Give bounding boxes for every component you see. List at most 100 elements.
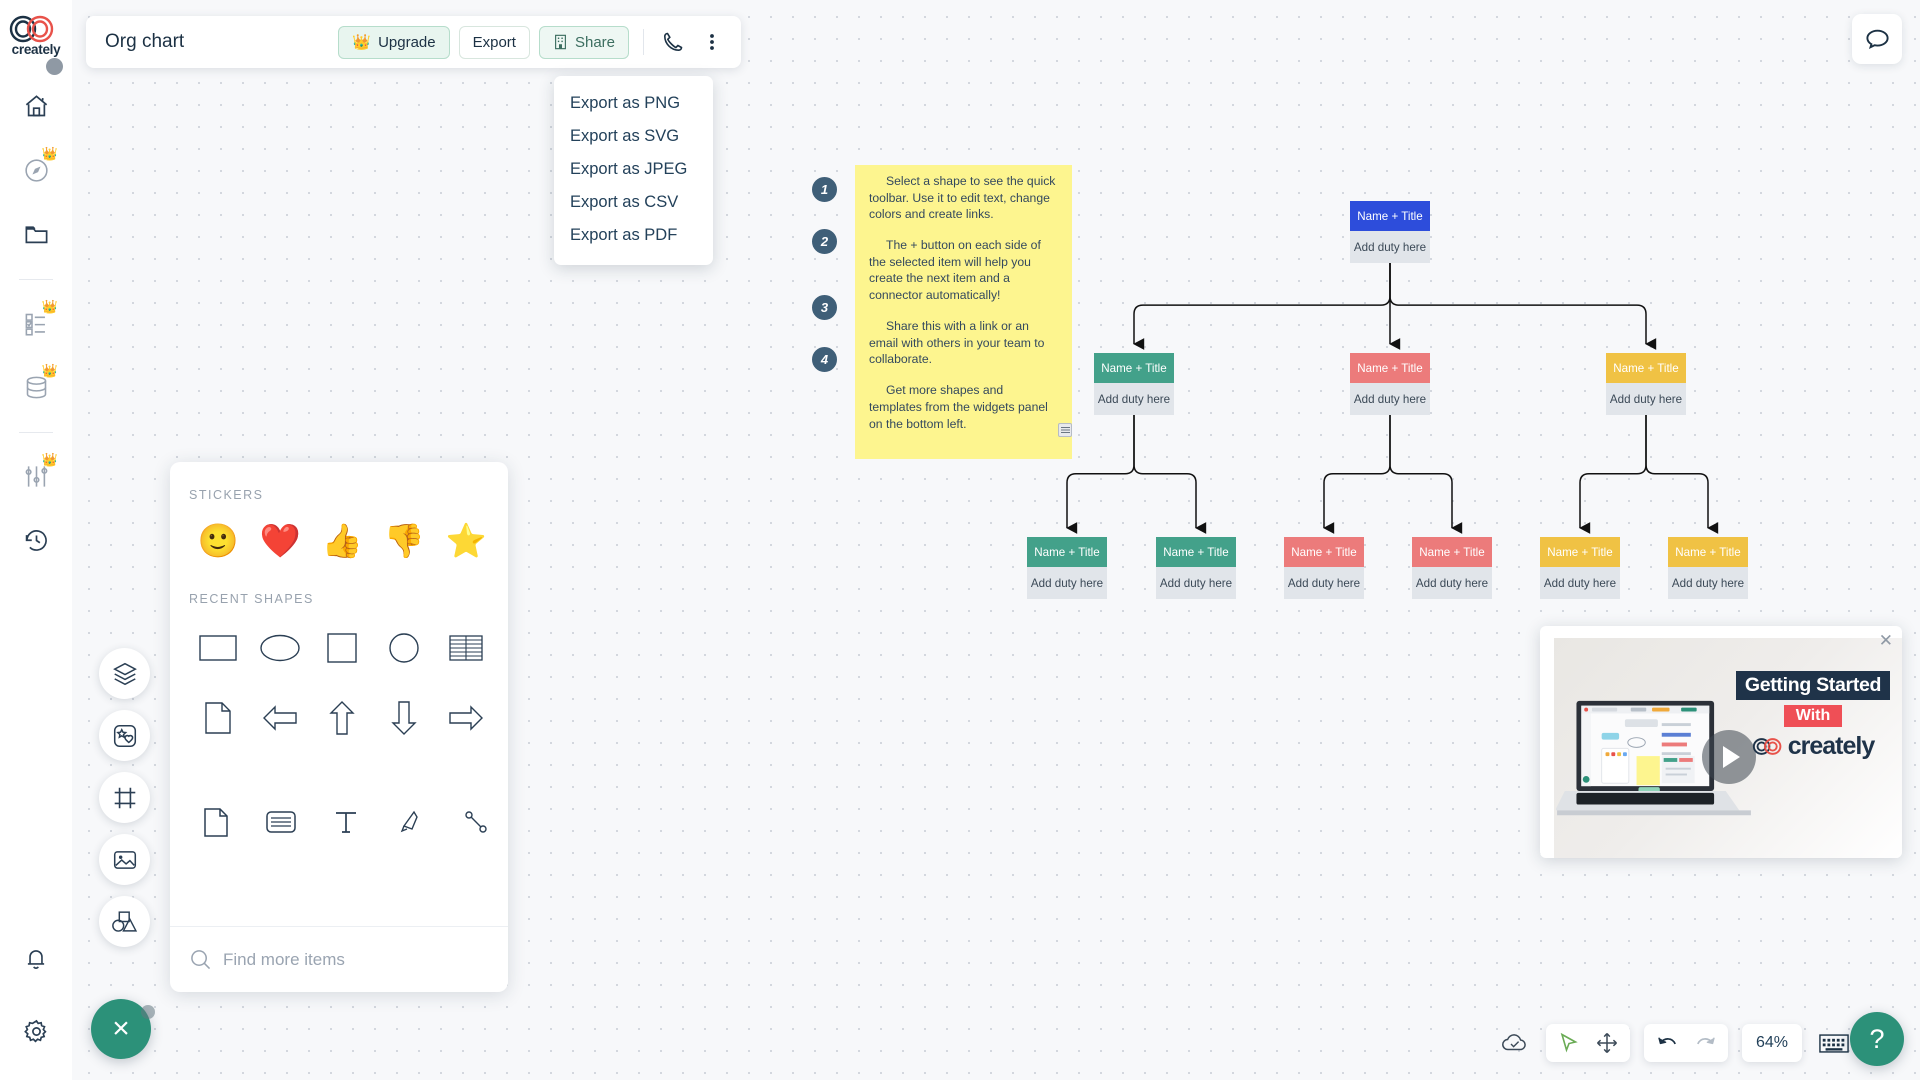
org-node-duty: Add duty here [1350, 383, 1430, 415]
thumbs-down-sticker[interactable]: 👎 [373, 514, 435, 568]
org-node-a1[interactable]: Name + Title Add duty here [1027, 537, 1107, 599]
heart-sticker[interactable]: ❤️ [249, 514, 311, 568]
sidebar-item-explore[interactable]: 👑 [13, 147, 59, 193]
ellipse-shape[interactable] [249, 620, 311, 676]
star-sticker[interactable]: ⭐ [435, 514, 497, 568]
sidebar-drag-handle[interactable] [46, 58, 63, 75]
org-connector [1389, 263, 1657, 350]
org-node-duty: Add duty here [1668, 567, 1748, 599]
share-button[interactable]: Share [538, 25, 629, 59]
shapes-tool[interactable] [99, 896, 150, 947]
org-node-duty: Add duty here [1027, 567, 1107, 599]
page-title[interactable]: Org chart [105, 31, 184, 53]
undo-button[interactable] [1648, 1024, 1686, 1062]
org-node-title: Name + Title [1156, 537, 1236, 567]
org-node-b2[interactable]: Name + Title Add duty here [1412, 537, 1492, 599]
select-tool-button[interactable] [1550, 1024, 1588, 1062]
arrow-right-shape[interactable] [435, 690, 497, 746]
call-button[interactable] [658, 27, 688, 57]
image-tool[interactable] [99, 834, 150, 885]
org-node-duty: Add duty here [1284, 567, 1364, 599]
arrow-up-icon [329, 701, 355, 735]
smiley-sticker[interactable]: 🙂 [187, 514, 249, 568]
layers-tool[interactable] [99, 648, 150, 699]
creately-app-window: Name + Title Add duty here Name + Title Add… [0, 0, 1920, 1080]
close-video-button[interactable]: ✕ [1879, 632, 1893, 649]
keyboard-shortcuts-button[interactable] [1816, 1025, 1852, 1061]
export-button[interactable]: Export [458, 25, 530, 59]
pro-crown-icon: 👑 [41, 452, 58, 467]
org-node-c1[interactable]: Name + Title Add duty here [1540, 537, 1620, 599]
phone-icon [663, 32, 683, 52]
rectangle-shape[interactable] [187, 620, 249, 676]
image-icon [113, 850, 136, 869]
rectangle-icon [199, 635, 237, 661]
arrow-left-shape[interactable] [249, 690, 311, 746]
org-node-c[interactable]: Name + Title Add duty here [1606, 353, 1686, 415]
org-node-a[interactable]: Name + Title Add duty here [1094, 353, 1174, 415]
org-node-b[interactable]: Name + Title Add duty here [1350, 353, 1430, 415]
video-thumbnail[interactable]: Getting Started With creately [1554, 638, 1902, 858]
menu-item-export-csv[interactable]: Export as CSV [554, 186, 713, 219]
canvas-tool-stack [99, 648, 150, 947]
menu-item-export-png[interactable]: Export as PNG [554, 87, 713, 120]
note-resize-handle[interactable] [1058, 423, 1072, 437]
menu-item-export-pdf[interactable]: Export as PDF [554, 219, 713, 252]
org-connector [1066, 415, 1135, 534]
zoom-level-display[interactable]: 64% [1742, 1024, 1802, 1062]
org-node-duty: Add duty here [1540, 567, 1620, 599]
note-tool[interactable] [184, 798, 249, 846]
connector-tool[interactable] [443, 798, 508, 846]
note-step-2: The + button on each side of the selecte… [869, 238, 1041, 303]
sidebar-item-history[interactable] [13, 517, 59, 563]
sidebar-item-tasks[interactable]: 👑 [13, 300, 59, 346]
arrow-down-shape[interactable] [373, 690, 435, 746]
more-vertical-icon [710, 34, 714, 50]
shapes-row-1 [170, 606, 508, 676]
app-logo[interactable]: creately [6, 14, 66, 57]
chat-support-button[interactable] [1852, 14, 1902, 64]
document-header-bar: Org chart 👑 Upgrade Export Share [86, 16, 741, 68]
arrow-up-shape[interactable] [311, 690, 373, 746]
redo-button[interactable] [1686, 1024, 1724, 1062]
org-node-a2[interactable]: Name + Title Add duty here [1156, 537, 1236, 599]
sidebar-divider-2 [19, 432, 53, 433]
frame-tool[interactable] [99, 772, 150, 823]
org-node-title: Name + Title [1412, 537, 1492, 567]
notifications-button[interactable] [13, 936, 59, 982]
find-more-items-search[interactable]: Find more items [170, 926, 508, 992]
org-connector [1579, 415, 1647, 534]
org-node-root[interactable]: Name + Title Add duty here [1350, 201, 1430, 263]
arrow-down-icon [391, 701, 417, 735]
org-node-c2[interactable]: Name + Title Add duty here [1668, 537, 1748, 599]
pen-tool[interactable] [378, 798, 443, 846]
cloud-save-status[interactable] [1498, 1026, 1532, 1060]
pan-tool-button[interactable] [1588, 1024, 1626, 1062]
document-shape[interactable] [187, 690, 249, 746]
text-tool[interactable] [314, 798, 379, 846]
sidebar-item-database[interactable]: 👑 [13, 364, 59, 410]
widgets-panel: STICKERS 🙂 ❤️ 👍 👎 ⭐ RECENT SHAPES Find m… [170, 462, 508, 992]
org-node-b1[interactable]: Name + Title Add duty here [1284, 537, 1364, 599]
thumbs-up-sticker[interactable]: 👍 [311, 514, 373, 568]
sidebar-item-settings-panel[interactable]: 👑 [13, 453, 59, 499]
more-options-button[interactable] [697, 27, 727, 57]
history-icon [25, 529, 47, 551]
menu-item-export-svg[interactable]: Export as SVG [554, 120, 713, 153]
sticky-note-tool[interactable] [249, 798, 314, 846]
menu-item-export-jpeg[interactable]: Export as JPEG [554, 153, 713, 186]
close-panel-button[interactable]: × [91, 999, 155, 1059]
table-shape[interactable] [435, 620, 497, 676]
sidebar-item-home[interactable] [13, 83, 59, 129]
sidebar-item-folders[interactable] [13, 211, 59, 257]
circle-shape[interactable] [373, 620, 435, 676]
upgrade-button-label: Upgrade [378, 33, 436, 51]
move-icon [1596, 1032, 1618, 1054]
square-shape[interactable] [311, 620, 373, 676]
settings-button[interactable] [13, 1008, 59, 1054]
sticky-note-body[interactable]: Select a shape to see the quick toolbar.… [855, 165, 1072, 459]
org-node-title: Name + Title [1668, 537, 1748, 567]
upgrade-button[interactable]: 👑 Upgrade [338, 25, 450, 59]
stickers-tool[interactable] [99, 710, 150, 761]
help-button[interactable]: ? [1850, 1012, 1904, 1066]
